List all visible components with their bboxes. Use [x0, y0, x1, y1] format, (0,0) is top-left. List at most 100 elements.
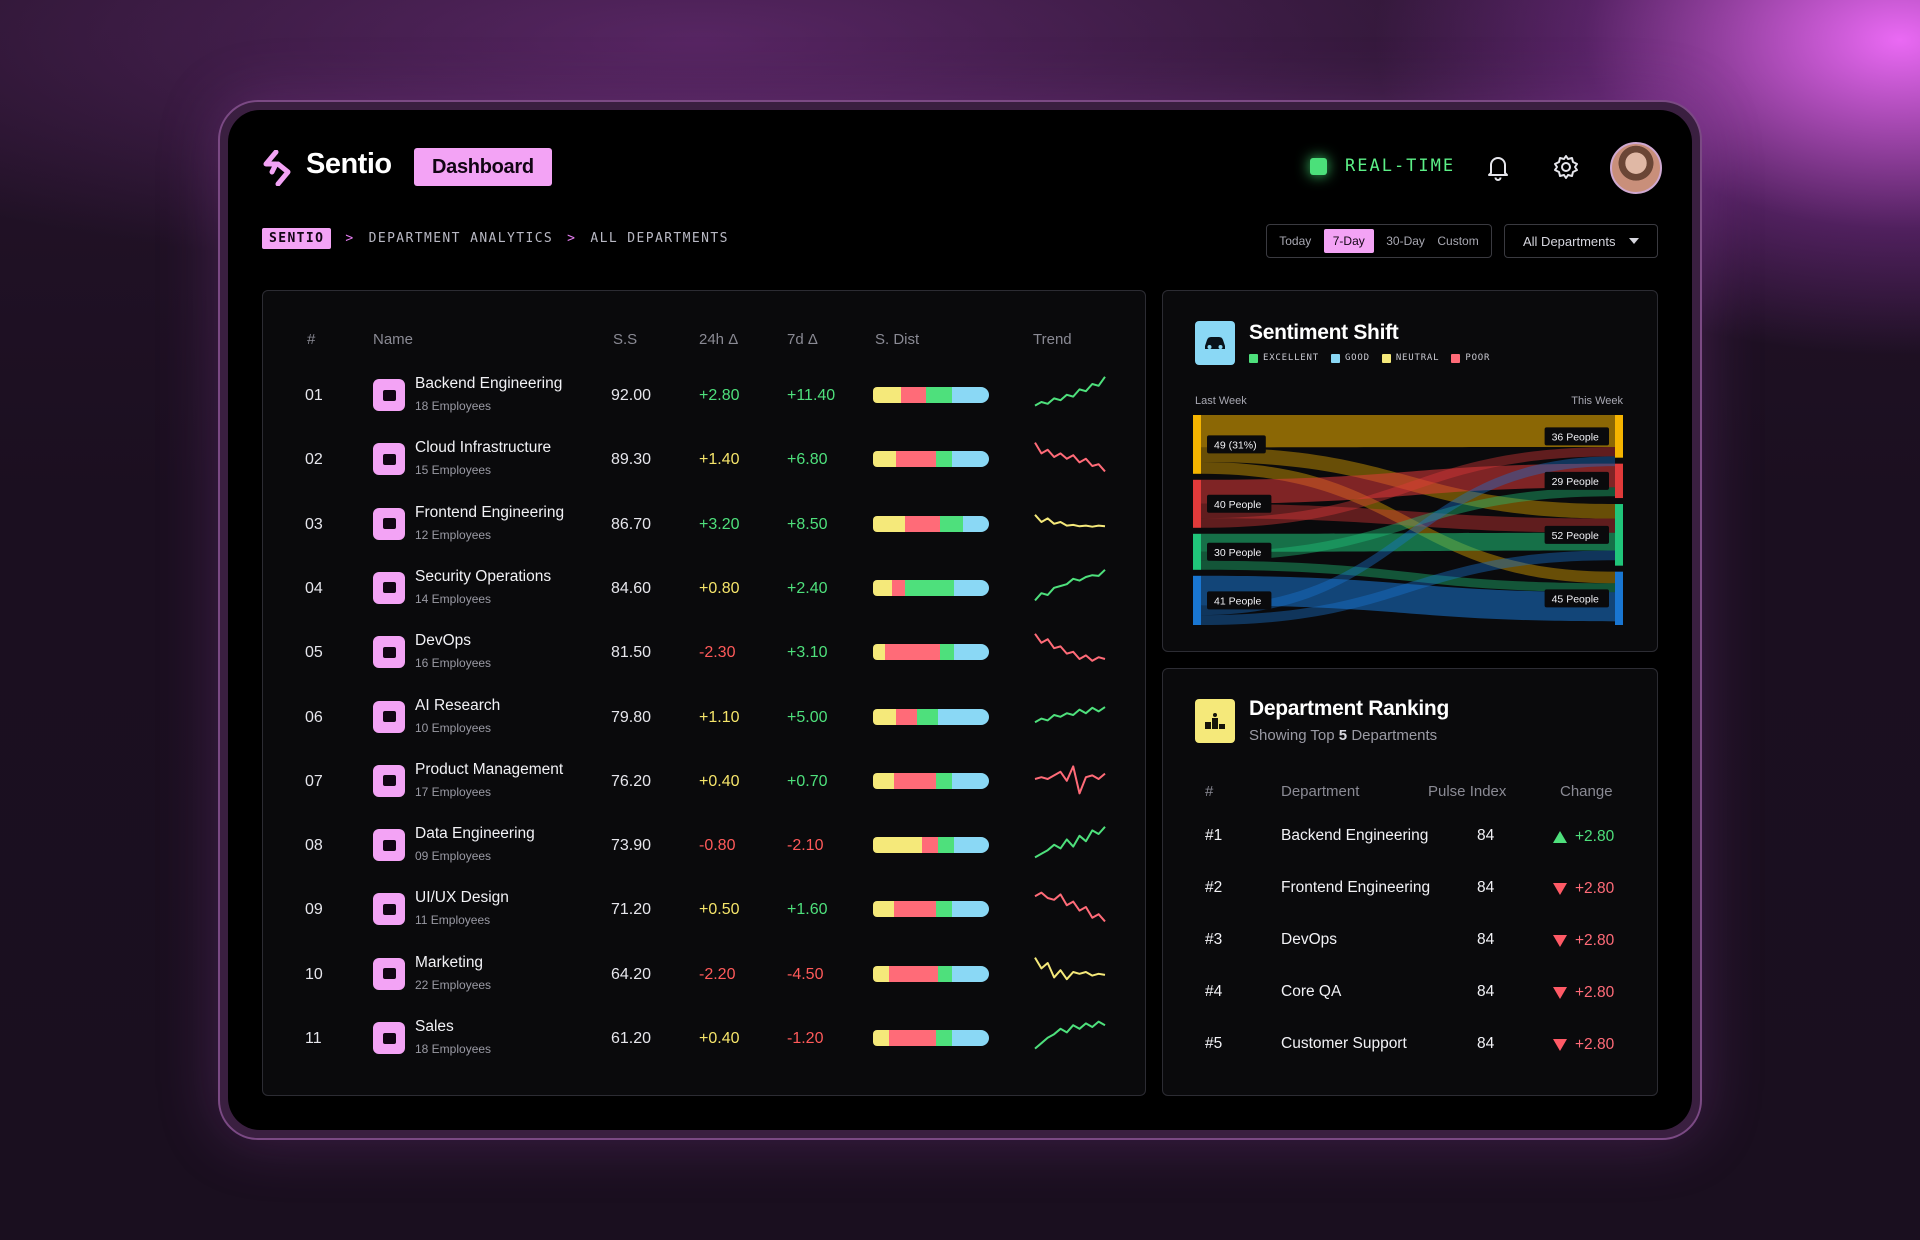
distribution-segment	[873, 1030, 890, 1046]
legend-neutral[interactable]: NEUTRAL	[1381, 353, 1440, 363]
delta-7d: -1.20	[787, 1030, 824, 1047]
department-name[interactable]: Sales	[415, 1018, 454, 1036]
sentiment-score: 73.90	[611, 837, 652, 855]
department-name[interactable]: DevOps	[415, 632, 471, 650]
sparkline-path	[1034, 705, 1106, 723]
employee-count: 18 Employees	[415, 1042, 492, 1056]
department-name[interactable]: Backend Engineering	[415, 375, 562, 393]
sentiment-distribution-bar[interactable]	[873, 579, 989, 596]
delta-24h: +1.10	[699, 708, 740, 726]
sentiment-distribution-bar[interactable]	[873, 901, 989, 918]
department-name[interactable]: Product Management	[415, 761, 563, 779]
cloud-icon	[373, 443, 405, 476]
table-row[interactable]: 02 Cloud Infrastructure 15 Employees 89.30 +…	[263, 429, 1145, 493]
col-24h-delta[interactable]: 24h Δ	[699, 331, 738, 348]
sentiment-distribution-bar[interactable]	[873, 708, 989, 725]
sentiment-score: 92.00	[611, 387, 652, 404]
tab-7-day[interactable]: 7-Day	[1323, 229, 1374, 253]
sentiment-distribution-bar[interactable]	[873, 451, 989, 468]
ranking-row[interactable]: #1 Backend Engineering 84 +2.80	[1163, 817, 1657, 857]
delta-7d: -2.10	[787, 837, 824, 855]
table-row[interactable]: 03 Frontend Engineering 12 Employees 86.70 +…	[263, 494, 1145, 558]
col-ss[interactable]: S.S	[613, 331, 637, 348]
table-row[interactable]: 06 AI Research 10 Employees 79.80 +1.10 +5.00	[263, 687, 1145, 751]
realtime-status[interactable]: REAL-TIME	[1310, 156, 1455, 176]
table-row[interactable]: 11 Sales 18 Employees 61.20 +0.40 -1.20	[263, 1008, 1145, 1072]
ranking-row[interactable]: #2 Frontend Engineering 84 +2.80	[1163, 869, 1657, 909]
table-row[interactable]: 07 Product Management 17 Employees 76.20 +0.…	[263, 751, 1145, 815]
sentiment-distribution-bar[interactable]	[873, 387, 989, 403]
tab-today[interactable]: Today	[1279, 234, 1311, 248]
sankey-node	[1193, 479, 1201, 528]
department-name[interactable]: Frontend Engineering	[415, 504, 564, 522]
table-row[interactable]: 09 UI/UX Design 11 Employees 71.20 +0.50 +1.6…	[263, 879, 1145, 943]
table-row[interactable]: 01 Backend Engineering 18 Employees 92.00 +2…	[263, 365, 1145, 429]
sankey-diagram[interactable]: 49 (31%) 40 People 30 People 41 People 36 Pe…	[1193, 415, 1623, 625]
delta-24h: +0.80	[699, 579, 740, 597]
ranking-department[interactable]: DevOps	[1281, 931, 1337, 949]
ranking-department[interactable]: Frontend Engineering	[1281, 879, 1430, 897]
sentiment-distribution-bar[interactable]	[873, 644, 989, 661]
ranking-row[interactable]: #4 Core QA 84 +2.80	[1163, 973, 1657, 1013]
trend-sparkline	[1034, 705, 1106, 723]
distribution-segment	[951, 387, 989, 403]
sentiment-distribution-bar[interactable]	[873, 515, 989, 532]
breadcrumb-root[interactable]: SENTIO	[262, 228, 332, 249]
tab-30-day[interactable]: 30-Day	[1386, 234, 1425, 248]
rank-col-number[interactable]: #	[1205, 783, 1213, 800]
distribution-segment	[954, 644, 989, 661]
ranking-row[interactable]: #3 DevOps 84 +2.80	[1163, 921, 1657, 961]
distribution-segment	[873, 579, 892, 596]
sentiment-distribution-bar[interactable]	[873, 837, 989, 854]
tab-custom[interactable]: Custom	[1437, 234, 1478, 248]
department-dropdown[interactable]: All Departments	[1504, 224, 1658, 258]
sentio-logo-icon[interactable]	[262, 150, 292, 186]
rank: #5	[1205, 1035, 1223, 1052]
ranking-change: +2.80	[1553, 880, 1614, 898]
ranking-department[interactable]: Customer Support	[1281, 1035, 1407, 1053]
delta-24h: +0.50	[699, 901, 740, 919]
table-row[interactable]: 04 Security Operations 14 Employees 84.60 +0…	[263, 558, 1145, 622]
table-row[interactable]: 05 DevOps 16 Employees 81.50 -2.30 +3.10	[263, 622, 1145, 686]
gear-icon[interactable]	[1551, 152, 1581, 182]
sentiment-distribution-bar[interactable]	[873, 1030, 989, 1046]
refresh-icon	[373, 636, 405, 669]
col-7d-delta[interactable]: 7d Δ	[787, 331, 818, 348]
sentiment-score: 84.60	[611, 579, 652, 597]
col-trend[interactable]: Trend	[1033, 331, 1072, 348]
department-name[interactable]: Data Engineering	[415, 825, 535, 843]
legend-good[interactable]: GOOD	[1330, 353, 1370, 363]
ranking-department[interactable]: Core QA	[1281, 983, 1341, 1001]
department-name[interactable]: Cloud Infrastructure	[415, 439, 551, 457]
ranking-row[interactable]: #5 Customer Support 84 +2.80	[1163, 1025, 1657, 1065]
ranking-department[interactable]: Backend Engineering	[1281, 827, 1428, 845]
col-number[interactable]: #	[307, 331, 315, 348]
trend-down-icon	[1553, 935, 1567, 947]
row-number: 02	[305, 451, 323, 469]
department-name[interactable]: Marketing	[415, 954, 483, 972]
rank-col-pulse-index[interactable]: Pulse Index	[1428, 783, 1506, 800]
table-row[interactable]: 08 Data Engineering 09 Employees 73.90 -0.80…	[263, 815, 1145, 879]
department-name[interactable]: AI Research	[415, 697, 500, 715]
legend-excellent[interactable]: EXCELLENT	[1249, 353, 1319, 363]
employee-count: 17 Employees	[415, 784, 492, 799]
col-name[interactable]: Name	[373, 331, 413, 348]
page-title-pill[interactable]: Dashboard	[414, 148, 552, 186]
sentiment-distribution-bar[interactable]	[873, 772, 989, 789]
sentiment-distribution-bar[interactable]	[873, 965, 989, 982]
rank-col-department[interactable]: Department	[1281, 783, 1359, 800]
department-name[interactable]: Security Operations	[415, 568, 551, 586]
user-avatar[interactable]	[1610, 142, 1662, 194]
bar-chart-icon	[373, 1022, 405, 1054]
server-icon	[373, 379, 405, 411]
col-sentiment-dist[interactable]: S. Dist	[875, 331, 919, 348]
legend-poor[interactable]: POOR	[1451, 353, 1490, 363]
department-dropdown-value: All Departments	[1523, 233, 1616, 249]
breadcrumb-department-analytics[interactable]: DEPARTMENT ANALYTICS	[369, 231, 554, 246]
row-number: 10	[305, 965, 323, 983]
row-number: 05	[305, 644, 323, 662]
rank-col-change[interactable]: Change	[1560, 783, 1613, 800]
bell-icon[interactable]	[1483, 152, 1513, 182]
table-row[interactable]: 10 Marketing 22 Employees 64.20 -2.20 -4.50	[263, 944, 1145, 1008]
department-name[interactable]: UI/UX Design	[415, 889, 509, 907]
